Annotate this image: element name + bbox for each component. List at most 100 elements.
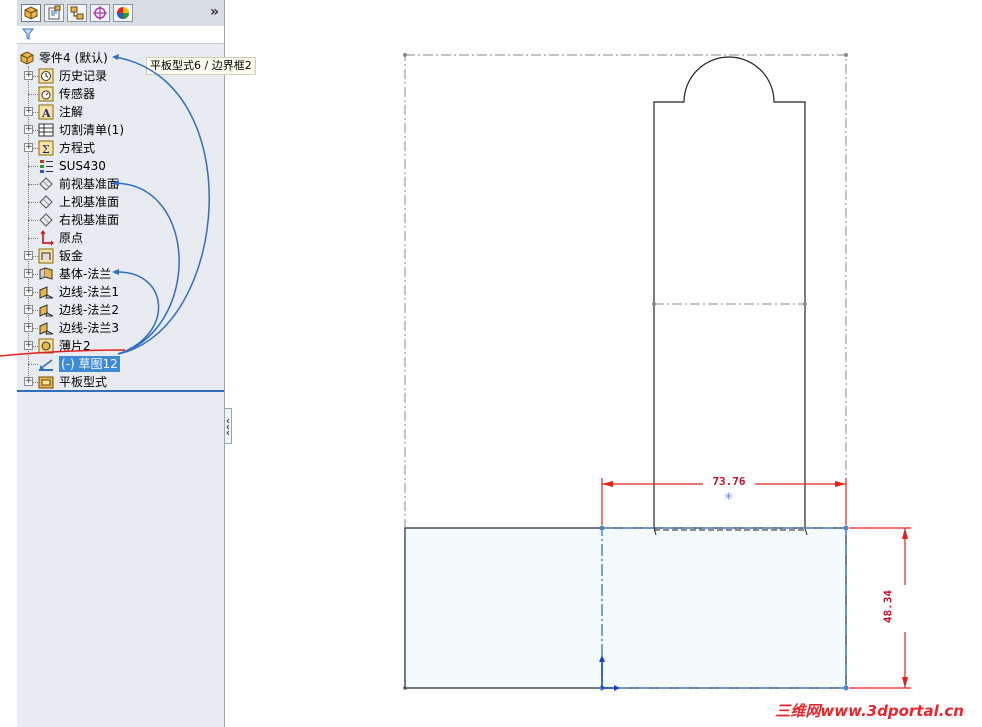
dimension-vertical-arrow-top <box>902 528 908 539</box>
tree-item-label: 方程式 <box>59 141 96 155</box>
feature-manager-panel: » 零件4 (默认) + 历史记录 传感器 + A 注解 + 切割清单(1) + Σ 方程式 SUS43… <box>17 0 225 727</box>
expand-icon[interactable]: + <box>24 269 33 278</box>
dimxpert-manager-tab[interactable] <box>90 4 110 22</box>
tree-item-label: 薄片2 <box>59 339 91 353</box>
tree-item[interactable]: + 钣金 <box>17 247 224 265</box>
edge-flange-icon <box>39 304 54 317</box>
expand-icon[interactable]: + <box>24 287 33 296</box>
sketch-icon <box>39 359 53 371</box>
tree-item-label: 钣金 <box>59 249 84 263</box>
dimension-horizontal-arrow-right <box>835 481 846 487</box>
annotation-icon: A <box>38 104 54 120</box>
material-icon <box>40 160 53 173</box>
tree-item-label: 平板型式 <box>59 375 108 389</box>
expand-icon[interactable]: + <box>24 143 33 152</box>
filter-bar[interactable] <box>17 26 224 44</box>
sketch-canvas[interactable]: ✳ <box>233 0 982 727</box>
tab-outline <box>653 56 806 530</box>
tree-item[interactable]: 传感器 <box>17 85 224 103</box>
panel-divider[interactable] <box>17 390 224 392</box>
tree-item[interactable]: + A 注解 <box>17 103 224 121</box>
tree-branch-line <box>28 220 38 221</box>
tree-item-label: 右视基准面 <box>59 213 120 227</box>
collapse-arrows-icon <box>226 418 230 436</box>
base-flange-face <box>404 527 847 689</box>
configuration-icon <box>70 6 84 20</box>
part-icon <box>24 6 38 20</box>
origin-icon <box>40 230 54 246</box>
tab-feature-icon <box>38 338 54 354</box>
tree-item[interactable]: 原点 <box>17 229 224 247</box>
dimension-horizontal-arrow-left <box>602 481 613 487</box>
tree-branch-line <box>28 364 38 365</box>
crosshair-icon <box>93 6 107 20</box>
property-icon <box>48 5 61 20</box>
left-edge-strip <box>0 0 18 727</box>
expand-icon[interactable]: + <box>24 251 33 260</box>
equation-icon: Σ <box>38 140 54 156</box>
edge-flange-icon <box>39 322 54 335</box>
expand-icon[interactable]: + <box>24 305 33 314</box>
display-manager-tab[interactable] <box>113 4 133 22</box>
tree-branch-line <box>28 202 38 203</box>
tree-item-label: 基体-法兰 <box>59 267 112 281</box>
panel-tab-bar: » <box>17 0 224 27</box>
tree-item[interactable]: + Σ 方程式 <box>17 139 224 157</box>
cut-list-icon <box>38 123 54 137</box>
part-icon <box>20 51 34 65</box>
watermark-logo: 三维网www.3dportal.cn <box>775 702 964 720</box>
tree-branch-line <box>28 184 38 185</box>
dimension-vertical-value[interactable]: 48.34 <box>882 582 895 632</box>
appearance-icon <box>117 7 129 19</box>
configuration-manager-tab[interactable] <box>67 4 87 22</box>
tree-item-label: 前视基准面 <box>59 177 120 191</box>
tree-item-label: 边线-法兰1 <box>59 285 119 299</box>
tree-item-label: 边线-法兰3 <box>59 321 119 335</box>
plane-icon <box>39 195 53 209</box>
midpoint-marker-icon: ✳ <box>724 490 733 503</box>
svg-text:Σ: Σ <box>42 143 50 156</box>
tree-item-label: 上视基准面 <box>59 195 120 209</box>
tree-item-label: 原点 <box>59 231 84 245</box>
tree-branch-line <box>28 238 38 239</box>
dimension-horizontal-value[interactable]: 73.76 <box>699 475 759 488</box>
feature-manager-tab[interactable] <box>21 4 41 22</box>
panel-collapse-handle[interactable] <box>224 408 232 444</box>
expand-icon[interactable]: + <box>24 107 33 116</box>
tree-item[interactable]: 前视基准面 <box>17 175 224 193</box>
tree-item[interactable]: + 边线-法兰2 <box>17 301 224 319</box>
expand-icon[interactable]: + <box>24 323 33 332</box>
tree-item[interactable]: + 薄片2 <box>17 337 224 355</box>
tree-item[interactable]: + 基体-法兰 <box>17 265 224 283</box>
sensor-icon <box>38 86 54 102</box>
tree-item[interactable]: SUS430 <box>17 157 224 175</box>
dimension-vertical-arrow-bottom <box>902 677 908 688</box>
property-manager-tab[interactable] <box>44 4 64 22</box>
tree-item[interactable]: 右视基准面 <box>17 211 224 229</box>
edge-flange-icon <box>39 286 54 299</box>
more-tabs-button[interactable]: » <box>210 4 219 20</box>
filter-icon[interactable] <box>22 28 34 40</box>
tree-item-label: 传感器 <box>59 87 96 101</box>
svg-text:A: A <box>41 107 51 120</box>
tree-item-label: 边线-法兰2 <box>59 303 119 317</box>
plane-icon <box>39 177 53 191</box>
tree-item[interactable]: + 边线-法兰1 <box>17 283 224 301</box>
dimension-vertical <box>849 527 911 689</box>
graphics-area[interactable]: ✳ 73.76 48.34 <box>233 0 982 727</box>
tree-branch-line <box>28 94 38 95</box>
tree-root-label: 零件4 (默认) <box>39 51 108 65</box>
tree-item[interactable]: + 切割清单(1) <box>17 121 224 139</box>
tree-item[interactable]: + 边线-法兰3 <box>17 319 224 337</box>
expand-icon[interactable]: + <box>24 71 33 80</box>
expand-icon[interactable]: + <box>24 341 33 350</box>
tree-item[interactable]: 上视基准面 <box>17 193 224 211</box>
tree-item-label: SUS430 <box>59 159 106 173</box>
expand-icon[interactable]: + <box>24 125 33 134</box>
tree-item-label: (-) 草图12 <box>59 356 120 372</box>
tree-item[interactable]: (-) 草图12 <box>17 355 224 373</box>
tree-item[interactable]: + 平板型式 <box>17 373 224 391</box>
plane-icon <box>39 213 53 227</box>
expand-icon[interactable]: + <box>24 377 33 386</box>
tree-item-label: 切割清单(1) <box>59 123 124 137</box>
